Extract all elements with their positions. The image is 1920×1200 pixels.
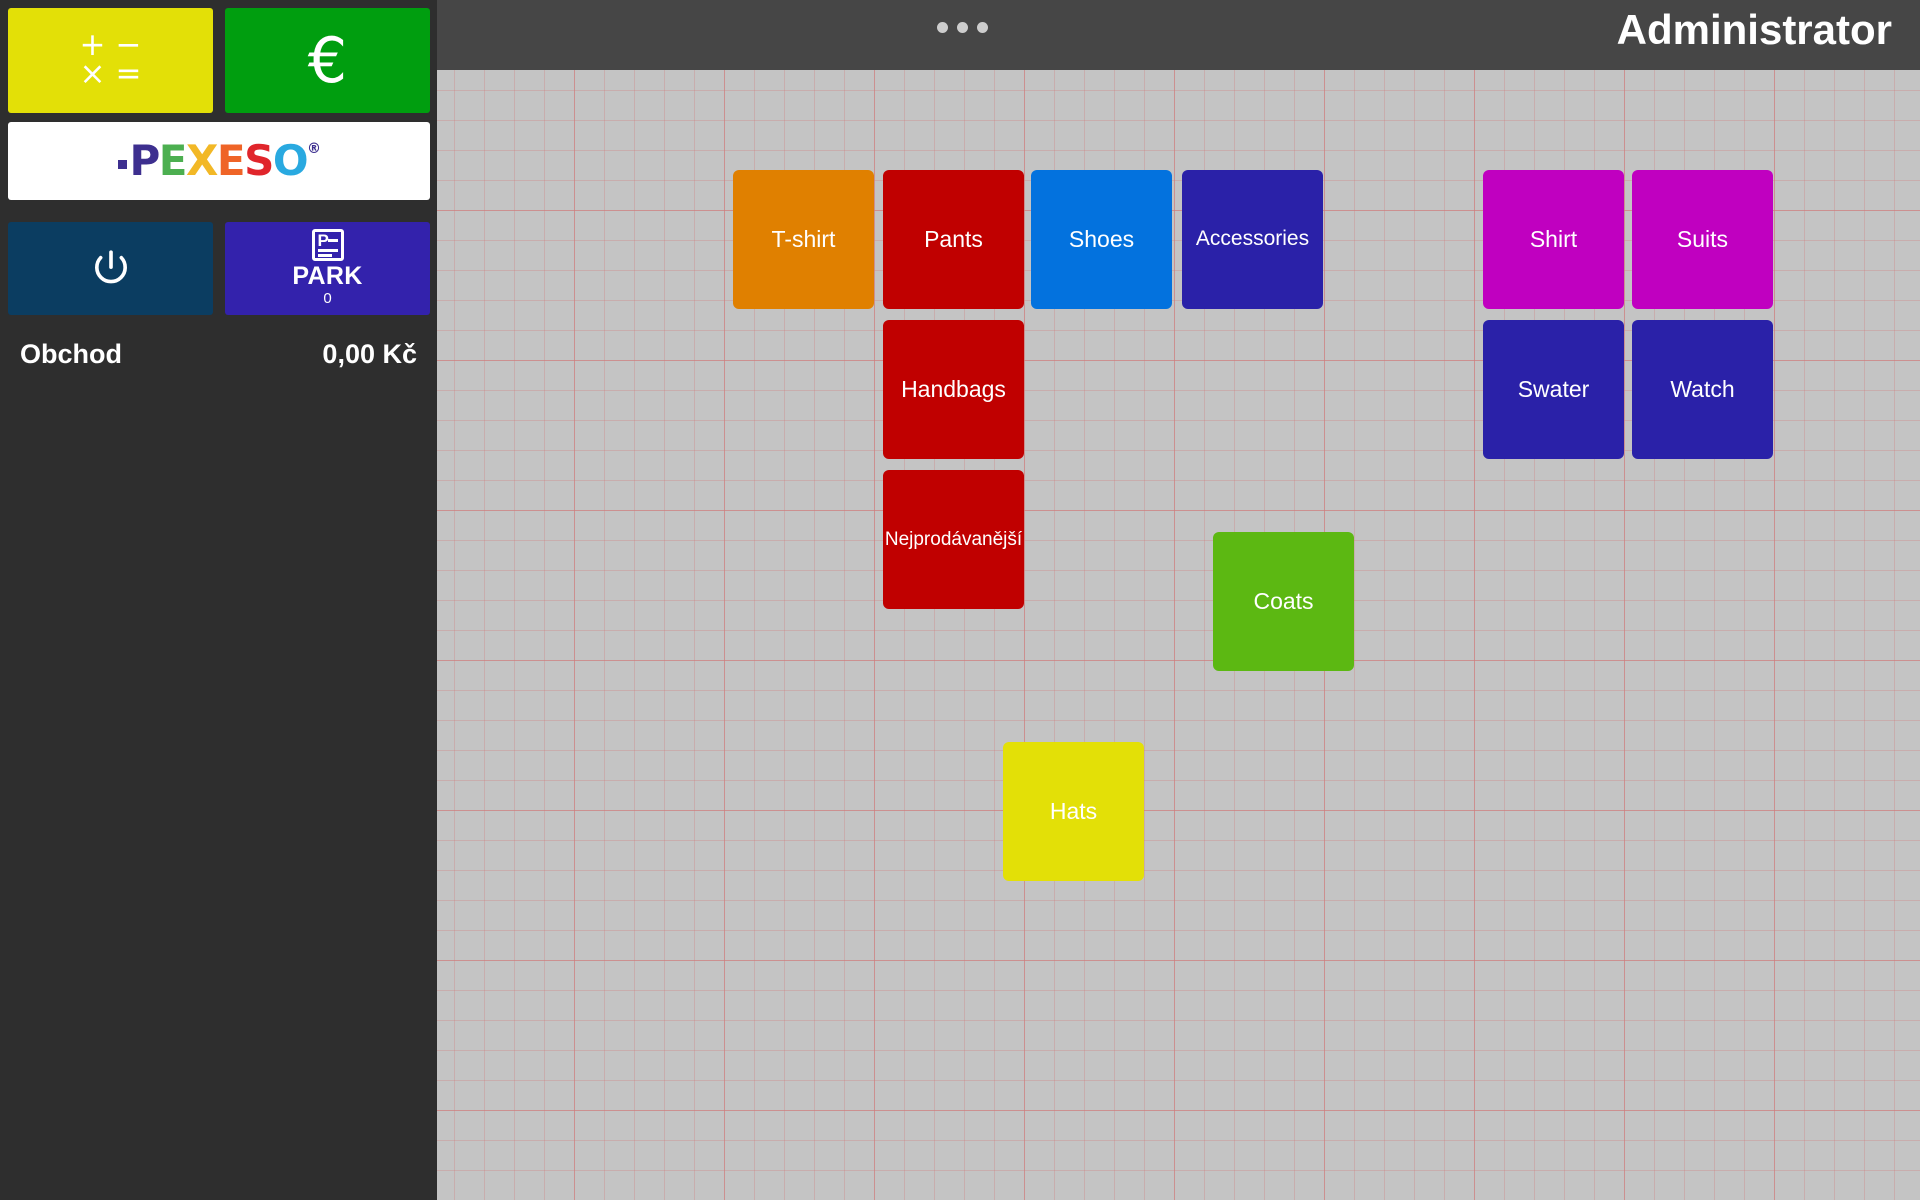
product-tile[interactable]: Shirt <box>1483 170 1624 309</box>
power-icon <box>94 249 127 283</box>
logo-letter-e1: E <box>158 136 188 185</box>
product-tile-label: Accessories <box>1195 227 1310 251</box>
top-bar: Administrator <box>437 0 1920 70</box>
more-dot-2 <box>957 21 968 33</box>
park-label: PARK <box>292 262 363 290</box>
pos-application: + − × = € P E X E S O ® P PARK 0 Obchod … <box>0 0 1920 1200</box>
logo-registered-mark: ® <box>307 141 321 157</box>
park-icon-line-1 <box>327 239 338 242</box>
product-tile-label: Handbags <box>901 376 1006 403</box>
power-button[interactable] <box>8 222 213 315</box>
product-tile-label: Shoes <box>1068 226 1135 253</box>
park-count: 0 <box>323 290 332 307</box>
store-name: Obchod <box>20 338 122 369</box>
sidebar: + − × = € P E X E S O ® P PARK 0 Obchod … <box>0 0 437 1200</box>
pexeso-logo-button[interactable]: P E X E S O ® <box>8 122 430 200</box>
product-tile[interactable]: Shoes <box>1031 170 1172 309</box>
park-icon-line-3 <box>317 254 332 257</box>
product-tile[interactable]: Watch <box>1632 320 1773 459</box>
calc-symbol-multiply: × <box>79 56 106 92</box>
more-dot-1 <box>937 21 948 33</box>
user-name-label: Administrator <box>1616 6 1892 53</box>
product-tile-label: Shirt <box>1529 226 1578 253</box>
logo-letter-x: X <box>185 136 218 185</box>
product-tile-label: Suits <box>1676 226 1729 253</box>
product-tile[interactable]: Coats <box>1213 532 1354 671</box>
store-total: 0,00 Kč <box>322 338 417 369</box>
product-tile[interactable]: Swater <box>1483 320 1624 459</box>
euro-icon: € <box>307 23 348 97</box>
calculator-icon: + − × = <box>79 30 142 92</box>
logo-dot <box>118 159 128 169</box>
product-tile[interactable]: T-shirt <box>733 170 874 309</box>
product-tile-label: Pants <box>924 226 983 253</box>
product-tile[interactable]: Hats <box>1003 742 1144 881</box>
store-total-row: Obchod 0,00 Kč <box>0 325 437 383</box>
product-tile[interactable]: Suits <box>1632 170 1773 309</box>
product-tile[interactable]: Pants <box>883 170 1024 309</box>
product-tile-label: Coats <box>1253 588 1314 615</box>
product-tile[interactable]: Nejprodávanější <box>883 470 1024 609</box>
logo-letter-s: S <box>244 136 274 185</box>
product-tile-label: Watch <box>1670 376 1735 403</box>
pexeso-logo: P E X E S O ® <box>118 136 321 185</box>
park-icon-line-2 <box>317 249 338 252</box>
product-tile-label: Swater <box>1517 376 1590 403</box>
more-dot-3 <box>977 21 988 33</box>
logo-letter-e2: E <box>216 136 246 185</box>
park-button[interactable]: P PARK 0 <box>225 222 430 315</box>
product-tile-label: Nejprodávanější <box>884 528 1023 550</box>
product-tile[interactable]: Accessories <box>1182 170 1323 309</box>
more-dots-icon[interactable] <box>937 17 1003 37</box>
logo-letter-p: P <box>129 136 160 185</box>
product-tile[interactable]: Handbags <box>883 320 1024 459</box>
park-receipt-icon: P <box>311 229 344 261</box>
calculator-button[interactable]: + − × = <box>8 8 213 113</box>
product-tile-label: Hats <box>1049 798 1098 825</box>
product-tile-label: T-shirt <box>771 226 836 253</box>
logo-letter-o: O <box>272 136 309 185</box>
calc-symbol-equals: = <box>115 56 142 92</box>
euro-payment-button[interactable]: € <box>225 8 430 113</box>
product-tile-canvas[interactable]: T-shirt Pants Shoes Accessories Shirt Suits Ha… <box>437 70 1920 1200</box>
